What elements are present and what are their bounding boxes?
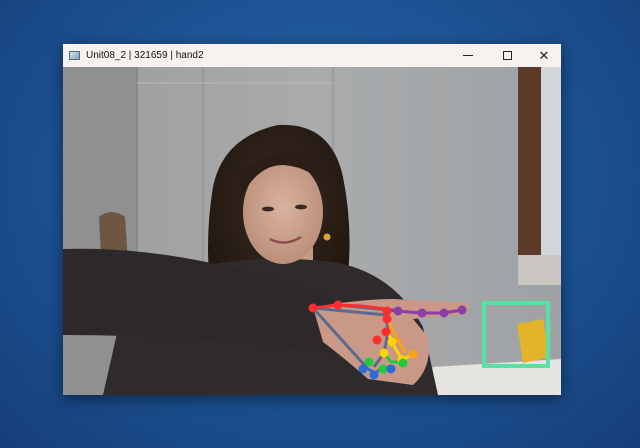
close-button[interactable]: ✕ — [527, 44, 561, 67]
minimize-button[interactable] — [451, 44, 485, 67]
app-icon — [69, 51, 80, 60]
window-title: Unit08_2 | 321659 | hand2 — [86, 50, 204, 61]
close-icon: ✕ — [538, 48, 550, 63]
app-window: Unit08_2 | 321659 | hand2 ✕ — [63, 44, 561, 395]
title-bar[interactable]: Unit08_2 | 321659 | hand2 ✕ — [63, 44, 561, 67]
camera-frame — [63, 67, 561, 395]
window-glass — [541, 67, 561, 257]
minimize-icon — [463, 55, 473, 56]
maximize-button[interactable] — [490, 44, 524, 67]
maximize-icon — [502, 51, 512, 60]
camera-feed — [63, 67, 561, 395]
